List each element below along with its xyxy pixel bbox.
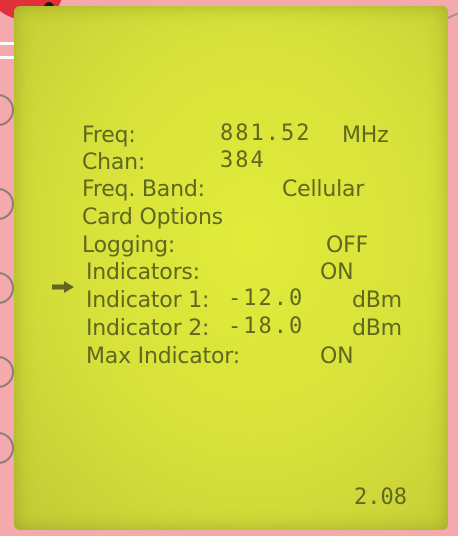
indicator1-unit: dBm (352, 288, 402, 313)
side-button-3[interactable] (0, 272, 14, 304)
indicator2-unit: dBm (352, 316, 402, 341)
freq-value: 881.52 (220, 121, 312, 146)
indicator1-label: Indicator 1: (86, 288, 210, 313)
freq-label: Freq: (82, 123, 136, 148)
max-indicator-label: Max Indicator: (86, 344, 240, 369)
card-options-heading: Card Options (82, 205, 223, 230)
band-value: Cellular (282, 177, 365, 202)
side-button-4[interactable] (0, 356, 14, 388)
indicators-value[interactable]: ON (320, 261, 354, 284)
indicator2-label: Indicator 2: (86, 316, 210, 341)
right-arrow-icon (52, 281, 74, 293)
firmware-version: 2.08 (354, 485, 407, 510)
side-button-5[interactable] (0, 432, 14, 464)
max-indicator-value: ON (320, 344, 354, 369)
lcd-screen: Freq: 881.52 MHz Chan: 384 Freq. Band: C… (14, 6, 448, 530)
chan-label: Chan: (82, 150, 146, 175)
side-button-1[interactable] (0, 94, 14, 126)
indicators-label[interactable]: Indicators: (86, 261, 200, 284)
side-button-2[interactable] (0, 188, 14, 220)
device-photo: Freq: 881.52 MHz Chan: 384 Freq. Band: C… (0, 0, 458, 536)
freq-unit: MHz (342, 123, 389, 148)
logging-label: Logging: (82, 233, 176, 258)
indicator2-value: -18.0 (228, 314, 305, 339)
indicator1-value: -12.0 (228, 286, 305, 311)
band-label: Freq. Band: (82, 177, 205, 202)
logging-value: OFF (326, 233, 369, 258)
chan-value: 384 (220, 148, 266, 173)
